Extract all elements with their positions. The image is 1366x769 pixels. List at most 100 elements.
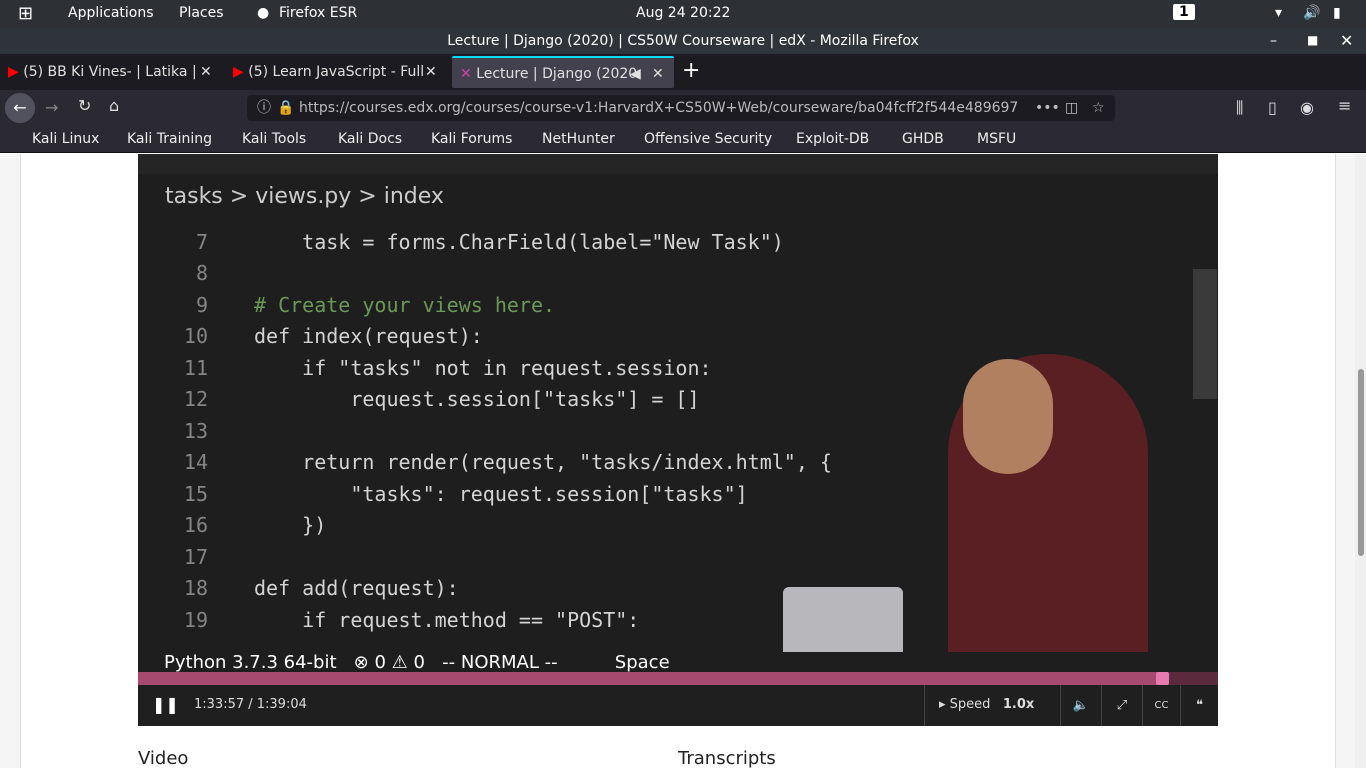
line-number: 15 <box>183 482 208 506</box>
close-button[interactable]: ✕ <box>1340 31 1353 50</box>
youtube-icon: ▶ <box>233 64 244 80</box>
applications-menu[interactable]: Applications <box>68 5 154 21</box>
video-controls: ❚❚ 1:33:57 / 1:39:04 ▸ Speed 1.0x 🔈 ⤢ CC… <box>138 685 1218 726</box>
menu-icon[interactable]: ≡ <box>1338 96 1351 115</box>
close-tab-icon[interactable]: ✕ <box>425 56 437 88</box>
pocket-icon[interactable]: ◫ <box>1065 95 1078 121</box>
code-line: "tasks": request.session["tasks"] <box>254 482 748 506</box>
apps-grid-icon[interactable]: ⊞ <box>18 3 33 24</box>
line-number: 17 <box>183 545 208 569</box>
code-line: request.session["tasks"] = [] <box>254 387 700 411</box>
speed-value: 1.0x <box>1002 697 1035 712</box>
browser-menu[interactable]: Firefox ESR <box>279 5 357 21</box>
pause-button[interactable]: ❚❚ <box>152 695 179 714</box>
library-icon[interactable]: ⫼ <box>1236 98 1243 118</box>
bookmark-kali-linux[interactable]: Kali Linux <box>32 131 99 147</box>
lock-icon: 🔒 <box>277 100 295 116</box>
speaker-icon[interactable]: ◀ <box>630 58 641 88</box>
line-number: 14 <box>183 450 208 474</box>
code-line: task = forms.CharField(label="New Task") <box>254 230 784 254</box>
home-button[interactable]: ⌂ <box>109 96 119 115</box>
line-number: 18 <box>183 576 208 600</box>
bookmark-ghdb[interactable]: GHDB <box>902 131 944 147</box>
code-line: if request.method == "POST": <box>254 608 640 632</box>
places-menu[interactable]: Places <box>179 5 224 21</box>
clock[interactable]: Aug 24 20:22 <box>636 5 730 21</box>
closed-captions-button[interactable]: CC <box>1142 685 1180 726</box>
bookmark-exploit-db[interactable]: Exploit-DB <box>796 131 869 147</box>
breadcrumb: tasks > views.py > index <box>165 184 444 209</box>
tab-strip: ▶ (5) BB Ki Vines- | Latika | ✕ ▶ (5) Lea… <box>0 54 1366 90</box>
tab-learnjs[interactable]: ▶ (5) Learn JavaScript - Full ✕ <box>233 56 443 88</box>
time-display: 1:33:57 / 1:39:04 <box>194 697 307 712</box>
speed-label: Speed <box>949 697 991 712</box>
tab-lecture[interactable]: ✕ Lecture | Django (2020 ◀ ✕ <box>452 56 674 88</box>
url-bar[interactable]: ⓘ 🔒 https://courses.edx.org/courses/cour… <box>247 95 1115 121</box>
code-line: }) <box>254 513 327 537</box>
page-scrollbar[interactable] <box>1355 154 1366 768</box>
youtube-icon: ▶ <box>8 64 19 80</box>
code-line: return render(request, "tasks/index.html… <box>254 450 832 474</box>
bookmark-kali-training[interactable]: Kali Training <box>127 131 212 147</box>
edx-icon: ✕ <box>460 66 472 82</box>
progress-handle[interactable] <box>1155 672 1169 685</box>
volume-button[interactable]: 🔈 <box>1060 685 1101 726</box>
status-text: Python 3.7.3 64-bit ⊗ 0 ⚠ 0 -- NORMAL --… <box>164 652 670 672</box>
editor-statusbar: Python 3.7.3 64-bit ⊗ 0 ⚠ 0 -- NORMAL --… <box>138 652 1218 672</box>
code-line: def index(request): <box>254 324 483 348</box>
bookmarks-toolbar: Kali Linux Kali Training Kali Tools Kali… <box>0 126 1366 153</box>
url-text[interactable]: https://courses.edx.org/courses/course-v… <box>299 95 1019 121</box>
lecturer-head <box>963 359 1053 474</box>
bookmark-star-icon[interactable]: ☆ <box>1092 95 1105 121</box>
code-line: if "tasks" not in request.session: <box>254 356 712 380</box>
maximize-button[interactable]: ■ <box>1307 33 1318 47</box>
bookmark-offensive-security[interactable]: Offensive Security <box>644 131 772 147</box>
window-title: Lecture | Django (2020) | CS50W Coursewa… <box>0 28 1366 54</box>
line-number: 9 <box>195 293 208 317</box>
tab-label: Lecture | Django (2020 <box>476 66 638 82</box>
close-tab-icon[interactable]: ✕ <box>652 58 664 88</box>
speed-button[interactable]: ▸ Speed 1.0x <box>924 685 1059 726</box>
firefox-icon: ● <box>257 5 270 21</box>
line-number: 12 <box>183 387 208 411</box>
new-tab-button[interactable]: + <box>682 58 700 83</box>
bookmark-kali-tools[interactable]: Kali Tools <box>242 131 306 147</box>
line-number: 8 <box>195 261 208 285</box>
info-icon[interactable]: ⓘ <box>257 95 271 121</box>
tab-bbkivines[interactable]: ▶ (5) BB Ki Vines- | Latika | ✕ <box>8 56 218 88</box>
code-line: # Create your views here. <box>254 293 556 317</box>
code-line: def add(request): <box>254 576 459 600</box>
progress-bar[interactable] <box>138 672 1218 685</box>
video-heading: Video <box>138 748 189 769</box>
speed-caret-icon: ▸ <box>939 697 946 712</box>
close-tab-icon[interactable]: ✕ <box>200 56 212 88</box>
progress-fill <box>138 672 1162 685</box>
line-number: 16 <box>183 513 208 537</box>
bookmark-kali-forums[interactable]: Kali Forums <box>431 131 512 147</box>
volume-icon[interactable]: 🔊 <box>1303 5 1320 21</box>
line-number: 19 <box>183 608 208 632</box>
fullscreen-button[interactable]: ⤢ <box>1101 685 1142 726</box>
editor-tabbar <box>138 154 1218 174</box>
line-number: 10 <box>183 324 208 348</box>
transcripts-heading: Transcripts <box>678 748 776 769</box>
workspace-indicator[interactable]: 1 <box>1173 4 1195 20</box>
scrollbar-thumb[interactable] <box>1358 369 1364 556</box>
reload-button[interactable]: ↻ <box>78 96 91 115</box>
wifi-icon[interactable]: ▾ <box>1275 5 1282 21</box>
back-button[interactable]: ← <box>5 93 35 123</box>
battery-icon[interactable]: ▮ <box>1333 5 1341 21</box>
top-panel: ⊞ Applications Places ● Firefox ESR Aug … <box>0 0 1366 28</box>
video-player[interactable]: tasks > views.py > index 7 task = forms.… <box>138 154 1218 672</box>
forward-button[interactable]: → <box>45 98 58 117</box>
account-icon[interactable]: ◉ <box>1300 98 1314 117</box>
line-number: 11 <box>183 356 208 380</box>
bookmark-msfu[interactable]: MSFU <box>977 131 1016 147</box>
bookmark-nethunter[interactable]: NetHunter <box>542 131 615 147</box>
more-icon[interactable]: ••• <box>1035 95 1060 121</box>
minimize-button[interactable]: – <box>1270 33 1277 49</box>
sidebar-icon[interactable]: ▯ <box>1268 98 1277 117</box>
transcript-button[interactable]: ❝ <box>1180 685 1218 726</box>
bookmark-kali-docs[interactable]: Kali Docs <box>338 131 402 147</box>
editor-scrollbar <box>1193 269 1217 399</box>
